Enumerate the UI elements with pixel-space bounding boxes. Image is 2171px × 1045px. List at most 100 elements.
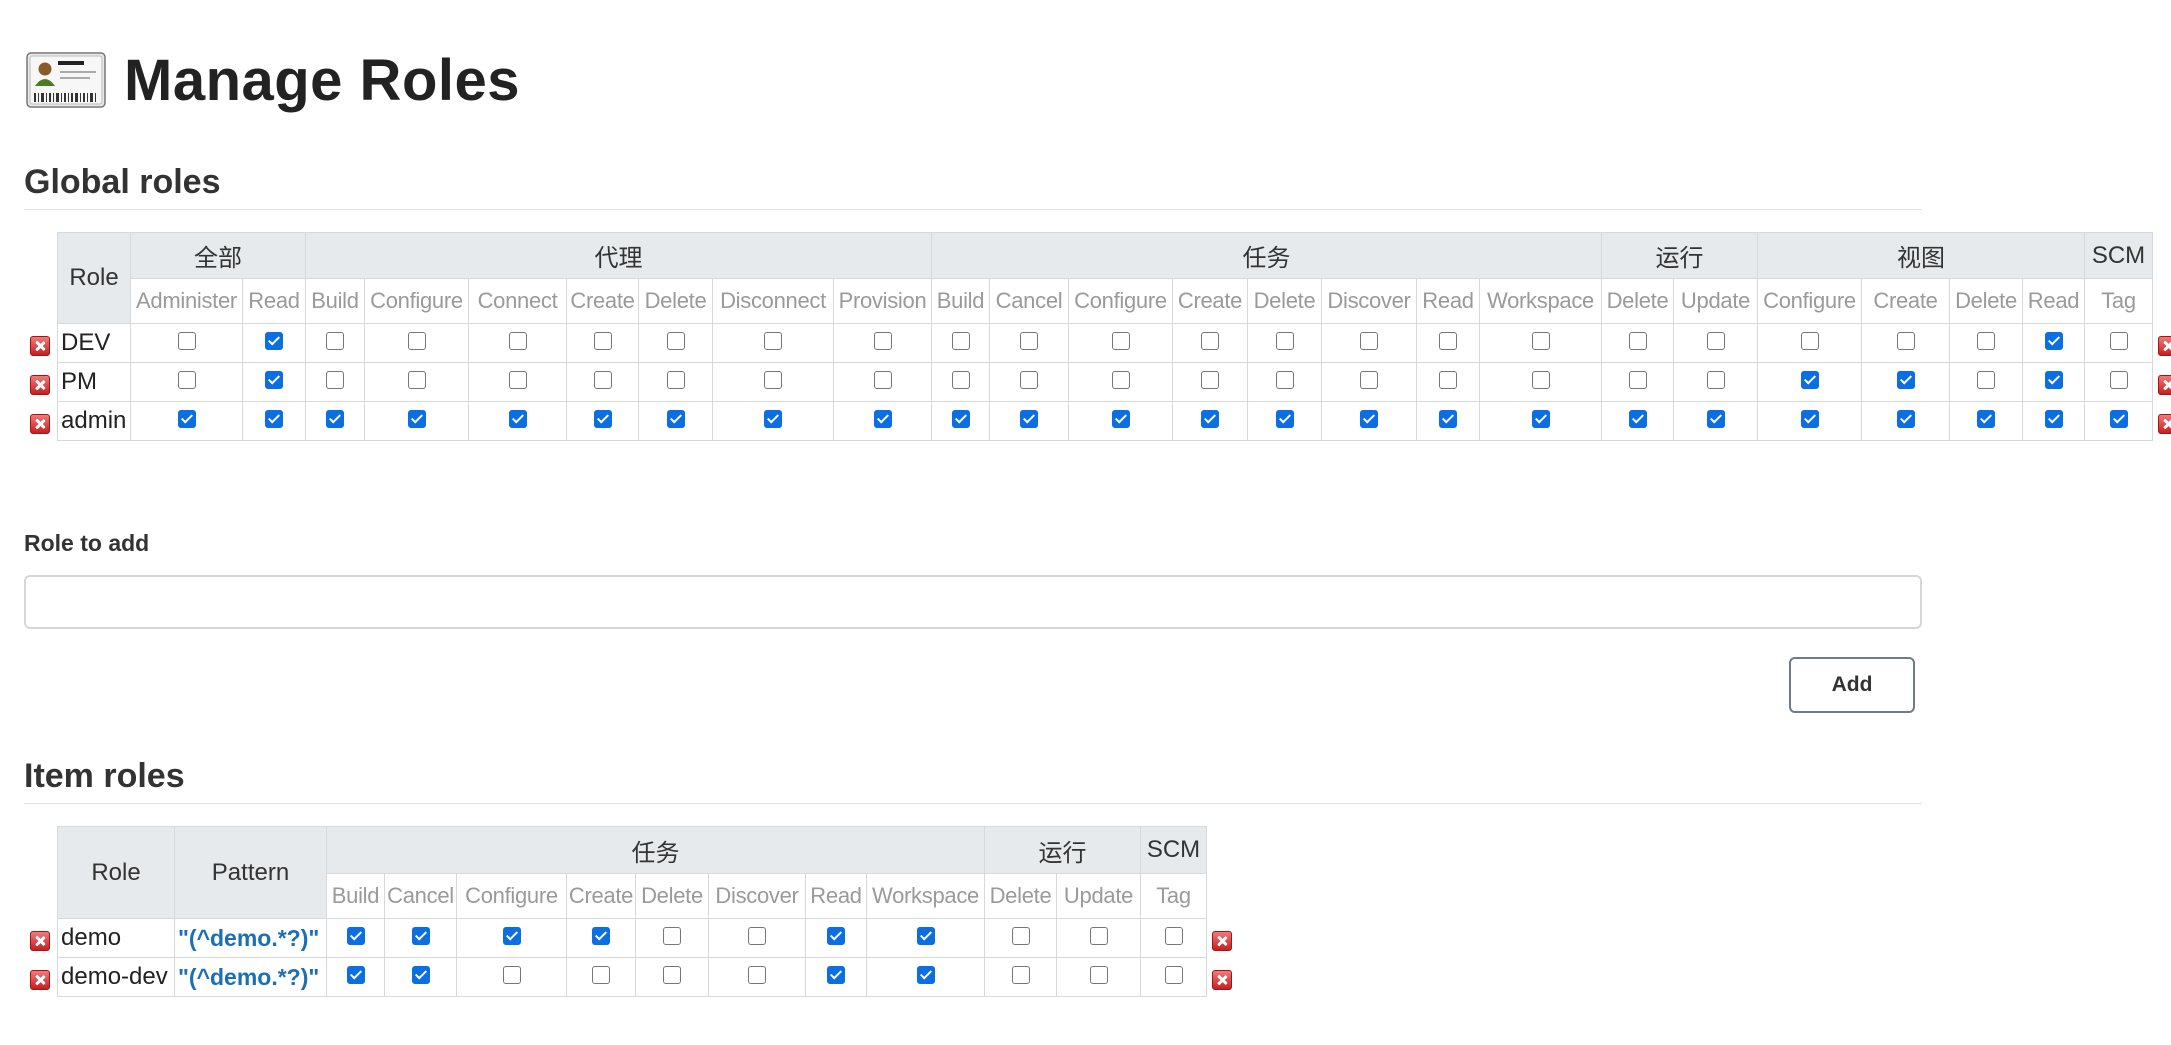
permission-checkbox-checked[interactable]	[666, 409, 685, 428]
permission-checkbox-unchecked[interactable]	[1201, 370, 1219, 389]
permission-checkbox-checked[interactable]	[2044, 409, 2063, 428]
permission-checkbox-unchecked[interactable]	[873, 331, 892, 350]
permission-checkbox-checked[interactable]	[1360, 409, 1378, 428]
permission-checkbox-unchecked[interactable]	[951, 331, 970, 350]
permission-checkbox-checked[interactable]	[2109, 409, 2128, 428]
permission-checkbox-checked[interactable]	[265, 409, 283, 428]
permission-checkbox-unchecked[interactable]	[764, 370, 782, 389]
permission-checkbox-unchecked[interactable]	[407, 331, 426, 350]
permission-checkbox-checked[interactable]	[764, 409, 782, 428]
permission-checkbox-unchecked[interactable]	[1439, 370, 1457, 389]
permission-checkbox-unchecked[interactable]	[177, 370, 196, 389]
permission-checkbox-unchecked[interactable]	[1896, 331, 1915, 350]
delete-role-icon[interactable]	[30, 336, 50, 356]
permission-checkbox-unchecked[interactable]	[663, 965, 681, 984]
permission-checkbox-unchecked[interactable]	[502, 965, 521, 984]
permission-checkbox-checked[interactable]	[1531, 409, 1550, 428]
permission-checkbox-unchecked[interactable]	[1020, 331, 1038, 350]
permission-checkbox-unchecked[interactable]	[873, 370, 892, 389]
permission-checkbox-checked[interactable]	[951, 409, 970, 428]
permission-checkbox-checked[interactable]	[265, 370, 283, 389]
permission-checkbox-checked[interactable]	[1800, 409, 1819, 428]
permission-checkbox-unchecked[interactable]	[508, 370, 527, 389]
permission-checkbox-unchecked[interactable]	[1089, 926, 1108, 945]
permission-checkbox-unchecked[interactable]	[326, 331, 344, 350]
permission-checkbox-checked[interactable]	[916, 965, 935, 984]
permission-checkbox-unchecked[interactable]	[1977, 370, 1995, 389]
permission-checkbox-checked[interactable]	[326, 409, 344, 428]
permission-checkbox-checked[interactable]	[1628, 409, 1647, 428]
permission-checkbox-unchecked[interactable]	[666, 370, 685, 389]
delete-role-icon[interactable]	[2158, 336, 2171, 356]
permission-checkbox-unchecked[interactable]	[748, 965, 766, 984]
permission-checkbox-checked[interactable]	[177, 409, 196, 428]
permission-checkbox-unchecked[interactable]	[593, 331, 612, 350]
delete-role-icon[interactable]	[30, 970, 50, 990]
permission-checkbox-checked[interactable]	[1201, 409, 1219, 428]
permission-checkbox-checked[interactable]	[827, 965, 845, 984]
permission-checkbox-unchecked[interactable]	[2109, 370, 2128, 389]
permission-checkbox-unchecked[interactable]	[1089, 965, 1108, 984]
permission-checkbox-unchecked[interactable]	[1439, 331, 1457, 350]
delete-role-icon[interactable]	[1212, 931, 1232, 951]
permission-checkbox-unchecked[interactable]	[1628, 331, 1647, 350]
delete-role-icon[interactable]	[1212, 970, 1232, 990]
permission-checkbox-unchecked[interactable]	[1020, 370, 1038, 389]
permission-checkbox-checked[interactable]	[593, 409, 612, 428]
permission-checkbox-unchecked[interactable]	[1164, 965, 1183, 984]
permission-checkbox-unchecked[interactable]	[663, 926, 681, 945]
permission-checkbox-checked[interactable]	[1800, 370, 1819, 389]
permission-checkbox-unchecked[interactable]	[1706, 331, 1725, 350]
permission-checkbox-checked[interactable]	[407, 409, 426, 428]
permission-checkbox-unchecked[interactable]	[951, 370, 970, 389]
permission-checkbox-checked[interactable]	[592, 926, 610, 945]
permission-checkbox-checked[interactable]	[1439, 409, 1457, 428]
permission-checkbox-checked[interactable]	[265, 331, 283, 350]
permission-checkbox-checked[interactable]	[1706, 409, 1725, 428]
delete-role-icon[interactable]	[30, 931, 50, 951]
permission-checkbox-unchecked[interactable]	[1706, 370, 1725, 389]
permission-checkbox-unchecked[interactable]	[592, 965, 610, 984]
permission-checkbox-unchecked[interactable]	[748, 926, 766, 945]
permission-checkbox-unchecked[interactable]	[1201, 331, 1219, 350]
permission-checkbox-checked[interactable]	[411, 965, 430, 984]
permission-checkbox-unchecked[interactable]	[1111, 331, 1130, 350]
permission-checkbox-unchecked[interactable]	[1360, 370, 1378, 389]
delete-role-icon[interactable]	[2158, 414, 2171, 434]
permission-checkbox-unchecked[interactable]	[1628, 370, 1647, 389]
permission-checkbox-unchecked[interactable]	[177, 331, 196, 350]
permission-checkbox-checked[interactable]	[411, 926, 430, 945]
permission-checkbox-checked[interactable]	[1111, 409, 1130, 428]
permission-checkbox-unchecked[interactable]	[1977, 331, 1995, 350]
permission-checkbox-unchecked[interactable]	[666, 331, 685, 350]
permission-checkbox-unchecked[interactable]	[1360, 331, 1378, 350]
permission-checkbox-checked[interactable]	[502, 926, 521, 945]
permission-checkbox-checked[interactable]	[2044, 331, 2063, 350]
permission-checkbox-checked[interactable]	[1275, 409, 1294, 428]
permission-checkbox-checked[interactable]	[1020, 409, 1038, 428]
permission-checkbox-checked[interactable]	[873, 409, 892, 428]
permission-checkbox-unchecked[interactable]	[1531, 370, 1550, 389]
permission-checkbox-checked[interactable]	[1896, 370, 1915, 389]
permission-checkbox-checked[interactable]	[1977, 409, 1995, 428]
role-to-add-input[interactable]	[24, 575, 1922, 629]
permission-checkbox-unchecked[interactable]	[2109, 331, 2128, 350]
permission-checkbox-unchecked[interactable]	[508, 331, 527, 350]
delete-role-icon[interactable]	[30, 414, 50, 434]
delete-role-icon[interactable]	[2158, 375, 2171, 395]
permission-checkbox-checked[interactable]	[1896, 409, 1915, 428]
permission-checkbox-checked[interactable]	[346, 965, 365, 984]
permission-checkbox-unchecked[interactable]	[407, 370, 426, 389]
permission-checkbox-unchecked[interactable]	[593, 370, 612, 389]
permission-checkbox-checked[interactable]	[2044, 370, 2063, 389]
permission-checkbox-unchecked[interactable]	[1111, 370, 1130, 389]
permission-checkbox-checked[interactable]	[827, 926, 845, 945]
permission-checkbox-unchecked[interactable]	[1011, 965, 1030, 984]
add-role-button[interactable]: Add	[1789, 657, 1915, 713]
permission-checkbox-unchecked[interactable]	[1011, 926, 1030, 945]
permission-checkbox-unchecked[interactable]	[326, 370, 344, 389]
permission-checkbox-unchecked[interactable]	[1275, 331, 1294, 350]
permission-checkbox-unchecked[interactable]	[1164, 926, 1183, 945]
permission-checkbox-checked[interactable]	[508, 409, 527, 428]
permission-checkbox-checked[interactable]	[346, 926, 365, 945]
